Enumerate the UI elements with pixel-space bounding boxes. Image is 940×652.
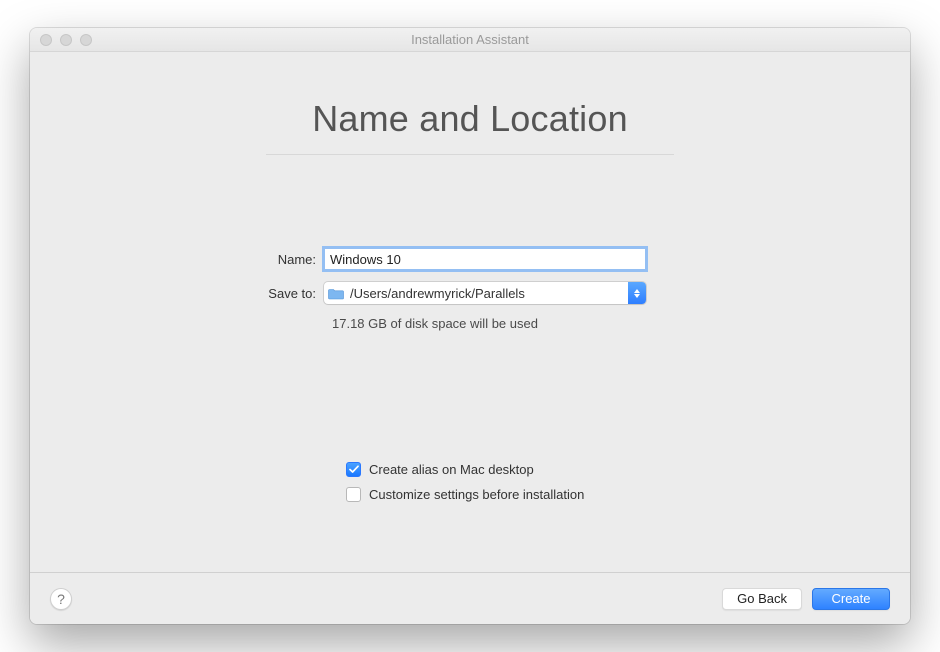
help-button[interactable]: ? <box>50 588 72 610</box>
footer-toolbar: ? Go Back Create <box>30 572 910 624</box>
customize-checkbox[interactable] <box>346 487 361 502</box>
name-row: Name: <box>210 248 730 270</box>
alias-checkbox-row[interactable]: Create alias on Mac desktop <box>346 462 534 477</box>
name-input[interactable] <box>324 248 646 270</box>
traffic-lights <box>40 34 92 46</box>
page-heading: Name and Location <box>312 98 628 154</box>
help-icon: ? <box>57 591 65 607</box>
saveto-dropdown[interactable]: /Users/andrewmyrick/Parallels <box>324 282 646 304</box>
saveto-label: Save to: <box>210 286 324 301</box>
close-icon[interactable] <box>40 34 52 46</box>
options-block: Create alias on Mac desktop Customize se… <box>30 462 910 502</box>
alias-checkbox-label: Create alias on Mac desktop <box>369 462 534 477</box>
create-button[interactable]: Create <box>812 588 890 610</box>
minimize-icon[interactable] <box>60 34 72 46</box>
form-area: Name: Save to: /Users/andrewmyrick/Paral… <box>210 248 730 331</box>
heading-divider <box>266 154 674 155</box>
window-title: Installation Assistant <box>30 32 910 47</box>
chevron-updown-icon <box>628 282 646 304</box>
customize-checkbox-label: Customize settings before installation <box>369 487 584 502</box>
saveto-path: /Users/andrewmyrick/Parallels <box>348 282 628 304</box>
go-back-button[interactable]: Go Back <box>722 588 802 610</box>
saveto-row: Save to: /Users/andrewmyrick/Parallels <box>210 282 730 304</box>
content-area: Name and Location Name: Save to: /Users/… <box>30 52 910 572</box>
titlebar: Installation Assistant <box>30 28 910 52</box>
disk-space-note: 17.18 GB of disk space will be used <box>332 316 730 331</box>
name-label: Name: <box>210 252 324 267</box>
folder-icon <box>324 282 348 304</box>
alias-checkbox[interactable] <box>346 462 361 477</box>
zoom-icon[interactable] <box>80 34 92 46</box>
installation-assistant-window: Installation Assistant Name and Location… <box>30 28 910 624</box>
customize-checkbox-row[interactable]: Customize settings before installation <box>346 487 584 502</box>
